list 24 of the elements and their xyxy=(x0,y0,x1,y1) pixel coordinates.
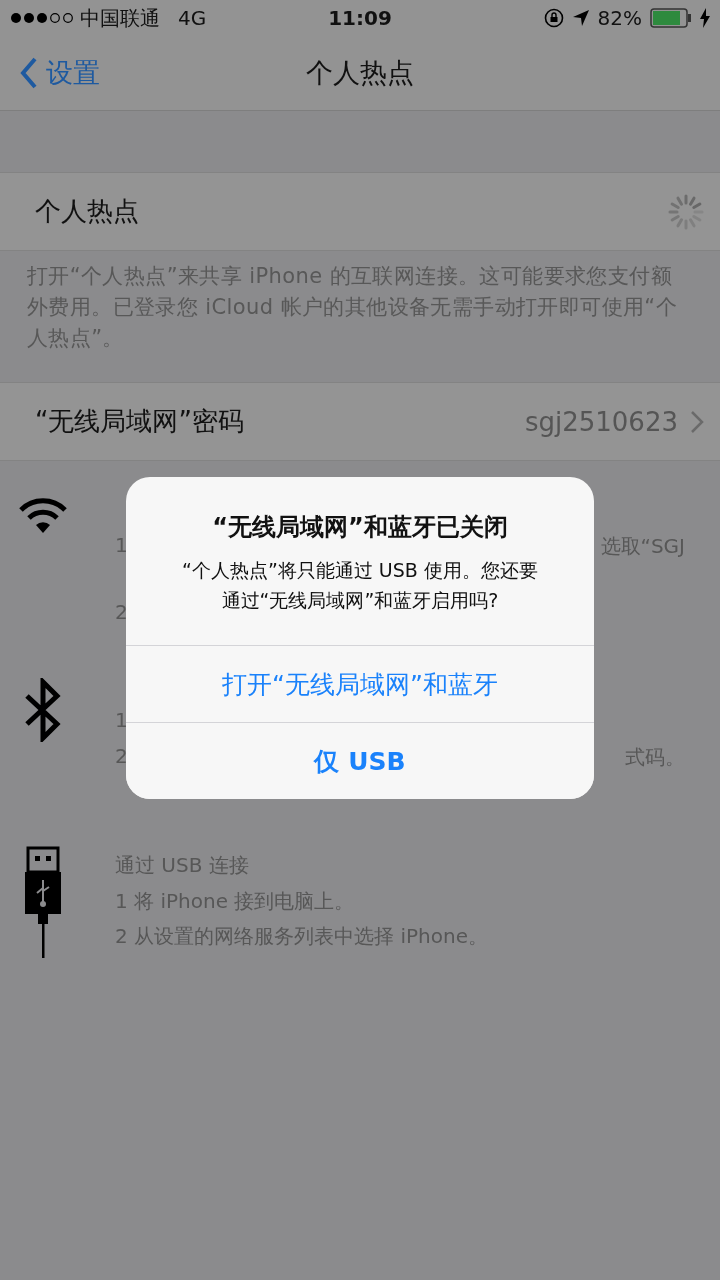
alert-button[interactable]: 仅 USB xyxy=(126,722,594,799)
wifi-icon xyxy=(17,497,68,535)
cell-label: 个人热点 xyxy=(35,195,139,228)
rotation-lock-icon xyxy=(543,8,564,28)
back-chevron-icon xyxy=(20,57,38,89)
carrier-name: 中国联通 xyxy=(80,4,160,32)
charging-bolt-icon xyxy=(700,8,710,28)
hotspot-toggle-row[interactable]: 个人热点 xyxy=(0,172,720,251)
password-row[interactable]: “无线局域网”密码 sgj2510623 xyxy=(0,382,720,461)
battery-percent: 82% xyxy=(597,6,642,30)
signal-icon xyxy=(10,12,74,24)
status-time: 11:09 xyxy=(328,6,392,30)
battery-icon xyxy=(650,8,692,28)
alert-message: “个人热点”将只能通过 USB 使用。您还要通过“无线局域网”和蓝牙启用吗? xyxy=(182,559,538,611)
loading-spinner-icon xyxy=(668,193,704,230)
alert-title: “无线局域网”和蓝牙已关闭 xyxy=(212,513,508,541)
cell-label: “无线局域网”密码 xyxy=(35,405,244,438)
network-type: 4G xyxy=(178,6,207,30)
chevron-icon xyxy=(690,409,704,434)
usb-cable-icon xyxy=(22,846,63,958)
password-value: sgj2510623 xyxy=(524,406,678,437)
nav-title: 个人热点 xyxy=(306,57,414,88)
location-arrow-icon xyxy=(571,9,590,27)
back-button[interactable]: 设置 xyxy=(0,54,106,92)
